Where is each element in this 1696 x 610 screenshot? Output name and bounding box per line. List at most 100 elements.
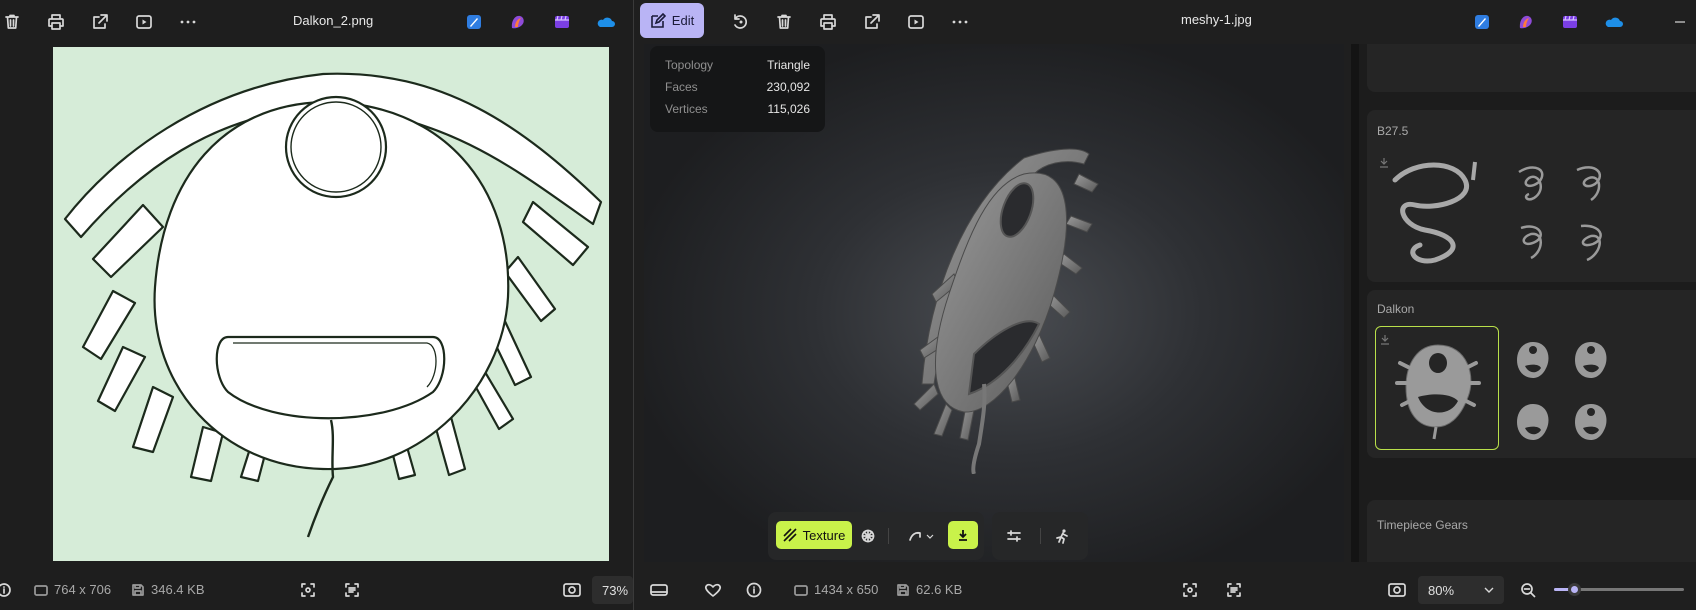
download-button[interactable]: [948, 521, 978, 549]
zoom-dropdown[interactable]: 80%: [1418, 576, 1504, 604]
info-icon[interactable]: [0, 582, 16, 598]
main-thumbnail[interactable]: [1375, 150, 1499, 274]
right-status-bar: 1434 x 650 62.6 KB 80%: [634, 568, 1696, 610]
zoom-slider[interactable]: [1554, 583, 1684, 596]
toolbar-separator: [888, 528, 889, 544]
texture-icon: [783, 528, 797, 542]
onedrive-icon[interactable]: [594, 10, 618, 34]
chevron-down-icon: [1484, 587, 1494, 593]
designer-icon[interactable]: [1470, 10, 1494, 34]
variant-thumbnail[interactable]: [1567, 160, 1615, 208]
designer-icon[interactable]: [462, 10, 486, 34]
info-row-vertices: Vertices 115,026: [665, 102, 810, 116]
fit-screen-icon[interactable]: [1388, 582, 1406, 598]
copilot-icon[interactable]: [1514, 10, 1538, 34]
left-image-canvas[interactable]: [53, 47, 609, 561]
model-gallery-panel: B27.5 Dalkon Timepiece Gears: [1351, 44, 1696, 562]
info-value: 115,026: [767, 102, 811, 116]
ocr-icon[interactable]: [1226, 582, 1242, 598]
share-icon[interactable]: [88, 10, 112, 34]
image-size-icon: [794, 584, 808, 596]
share-icon[interactable]: [860, 10, 884, 34]
zoom-level-text: 73%: [602, 582, 629, 598]
variant-thumbnail[interactable]: [1567, 398, 1615, 446]
variant-thumbnail[interactable]: [1509, 218, 1557, 266]
clipchamp-icon[interactable]: [550, 10, 574, 34]
print-icon[interactable]: [44, 10, 68, 34]
info-value: Triangle: [767, 58, 810, 72]
card-title: Dalkon: [1377, 302, 1415, 316]
file-size: 62.6 KB: [896, 582, 962, 597]
more-icon[interactable]: [948, 10, 972, 34]
texture-label: Texture: [802, 527, 846, 543]
left-status-bar: 764 x 706 346.4 KB 73%: [0, 568, 633, 610]
more-icon[interactable]: [176, 10, 200, 34]
save-icon: [132, 583, 144, 596]
left-window-title: Dalkon_2.png: [293, 13, 374, 28]
viewer-toolbar: Texture: [768, 512, 984, 560]
crop-icon[interactable]: [300, 582, 316, 598]
model-viewer[interactable]: Topology Triangle Faces 230,092 Vertices…: [644, 44, 1344, 562]
model-card-timepiece-gears[interactable]: Timepiece Gears: [1367, 500, 1696, 562]
right-photo-window: Edit meshy-1.jpg Topology Triangle Faces…: [634, 0, 1696, 610]
dimensions-text: 764 x 706: [54, 582, 112, 597]
image-size-icon: [34, 584, 48, 596]
variant-thumbnail[interactable]: [1509, 336, 1557, 384]
ocr-icon[interactable]: [344, 582, 360, 598]
delete-icon[interactable]: [772, 10, 796, 34]
mesh-icon[interactable]: [856, 524, 880, 548]
lighting-icon: [909, 531, 934, 541]
variant-thumbnail[interactable]: [1509, 398, 1557, 446]
slideshow-icon[interactable]: [904, 10, 928, 34]
info-key: Topology: [665, 58, 714, 72]
animation-icon[interactable]: [1050, 524, 1074, 548]
print-icon[interactable]: [816, 10, 840, 34]
file-size-text: 62.6 KB: [916, 582, 963, 597]
info-key: Vertices: [665, 102, 708, 116]
edit-button[interactable]: Edit: [640, 3, 704, 38]
edit-icon: [650, 12, 666, 28]
favorite-icon[interactable]: [704, 582, 722, 598]
file-size-text: 346.4 KB: [151, 582, 205, 597]
zoom-out-icon[interactable]: [1520, 582, 1536, 598]
delete-icon[interactable]: [0, 10, 24, 34]
fit-screen-icon[interactable]: [563, 582, 581, 598]
variant-thumbnail[interactable]: [1509, 160, 1557, 208]
dalkon-drawing: [63, 72, 603, 538]
texture-button[interactable]: Texture: [776, 521, 852, 549]
file-size: 346.4 KB: [131, 582, 205, 597]
minimize-icon[interactable]: [1668, 10, 1692, 34]
3d-model-render: [913, 148, 1099, 474]
info-key: Faces: [665, 80, 698, 94]
dimensions-text: 1434 x 650: [814, 582, 879, 597]
info-icon[interactable]: [746, 582, 762, 598]
variant-thumbnail[interactable]: [1567, 218, 1615, 266]
toolbar-separator: [1040, 528, 1041, 544]
dimensions: 764 x 706: [34, 582, 111, 597]
left-photo-window: Dalkon_2.png 764 x 706 346.4 KB 73%: [0, 0, 633, 610]
previous-model-card: [1367, 44, 1696, 92]
filmstrip-icon[interactable]: [650, 582, 668, 598]
info-value: 230,092: [766, 80, 810, 94]
rotate-icon[interactable]: [728, 10, 752, 34]
settings-sliders-icon[interactable]: [1002, 524, 1026, 548]
clipchamp-icon[interactable]: [1558, 10, 1582, 34]
model-card-b27-5[interactable]: B27.5: [1367, 110, 1696, 282]
crop-icon[interactable]: [1182, 582, 1198, 598]
zoom-level-box[interactable]: 73%: [592, 576, 633, 604]
slideshow-icon[interactable]: [132, 10, 156, 34]
model-card-dalkon[interactable]: Dalkon: [1367, 290, 1696, 458]
edit-label: Edit: [671, 13, 695, 28]
variant-thumbnail[interactable]: [1567, 336, 1615, 384]
right-window-title: meshy-1.jpg: [1181, 12, 1252, 27]
onedrive-icon[interactable]: [1602, 10, 1626, 34]
info-row-topology: Topology Triangle: [665, 58, 810, 72]
zoom-slider-thumb[interactable]: [1567, 583, 1581, 596]
info-row-faces: Faces 230,092: [665, 80, 810, 94]
copilot-icon[interactable]: [506, 10, 530, 34]
zoom-level-text: 80%: [1428, 582, 1455, 598]
viewer-toolbar-secondary: [992, 512, 1088, 560]
selected-thumbnail[interactable]: [1375, 326, 1499, 450]
lighting-dropdown[interactable]: [904, 524, 938, 548]
dalkon-model-thumbnail: [1381, 335, 1481, 440]
